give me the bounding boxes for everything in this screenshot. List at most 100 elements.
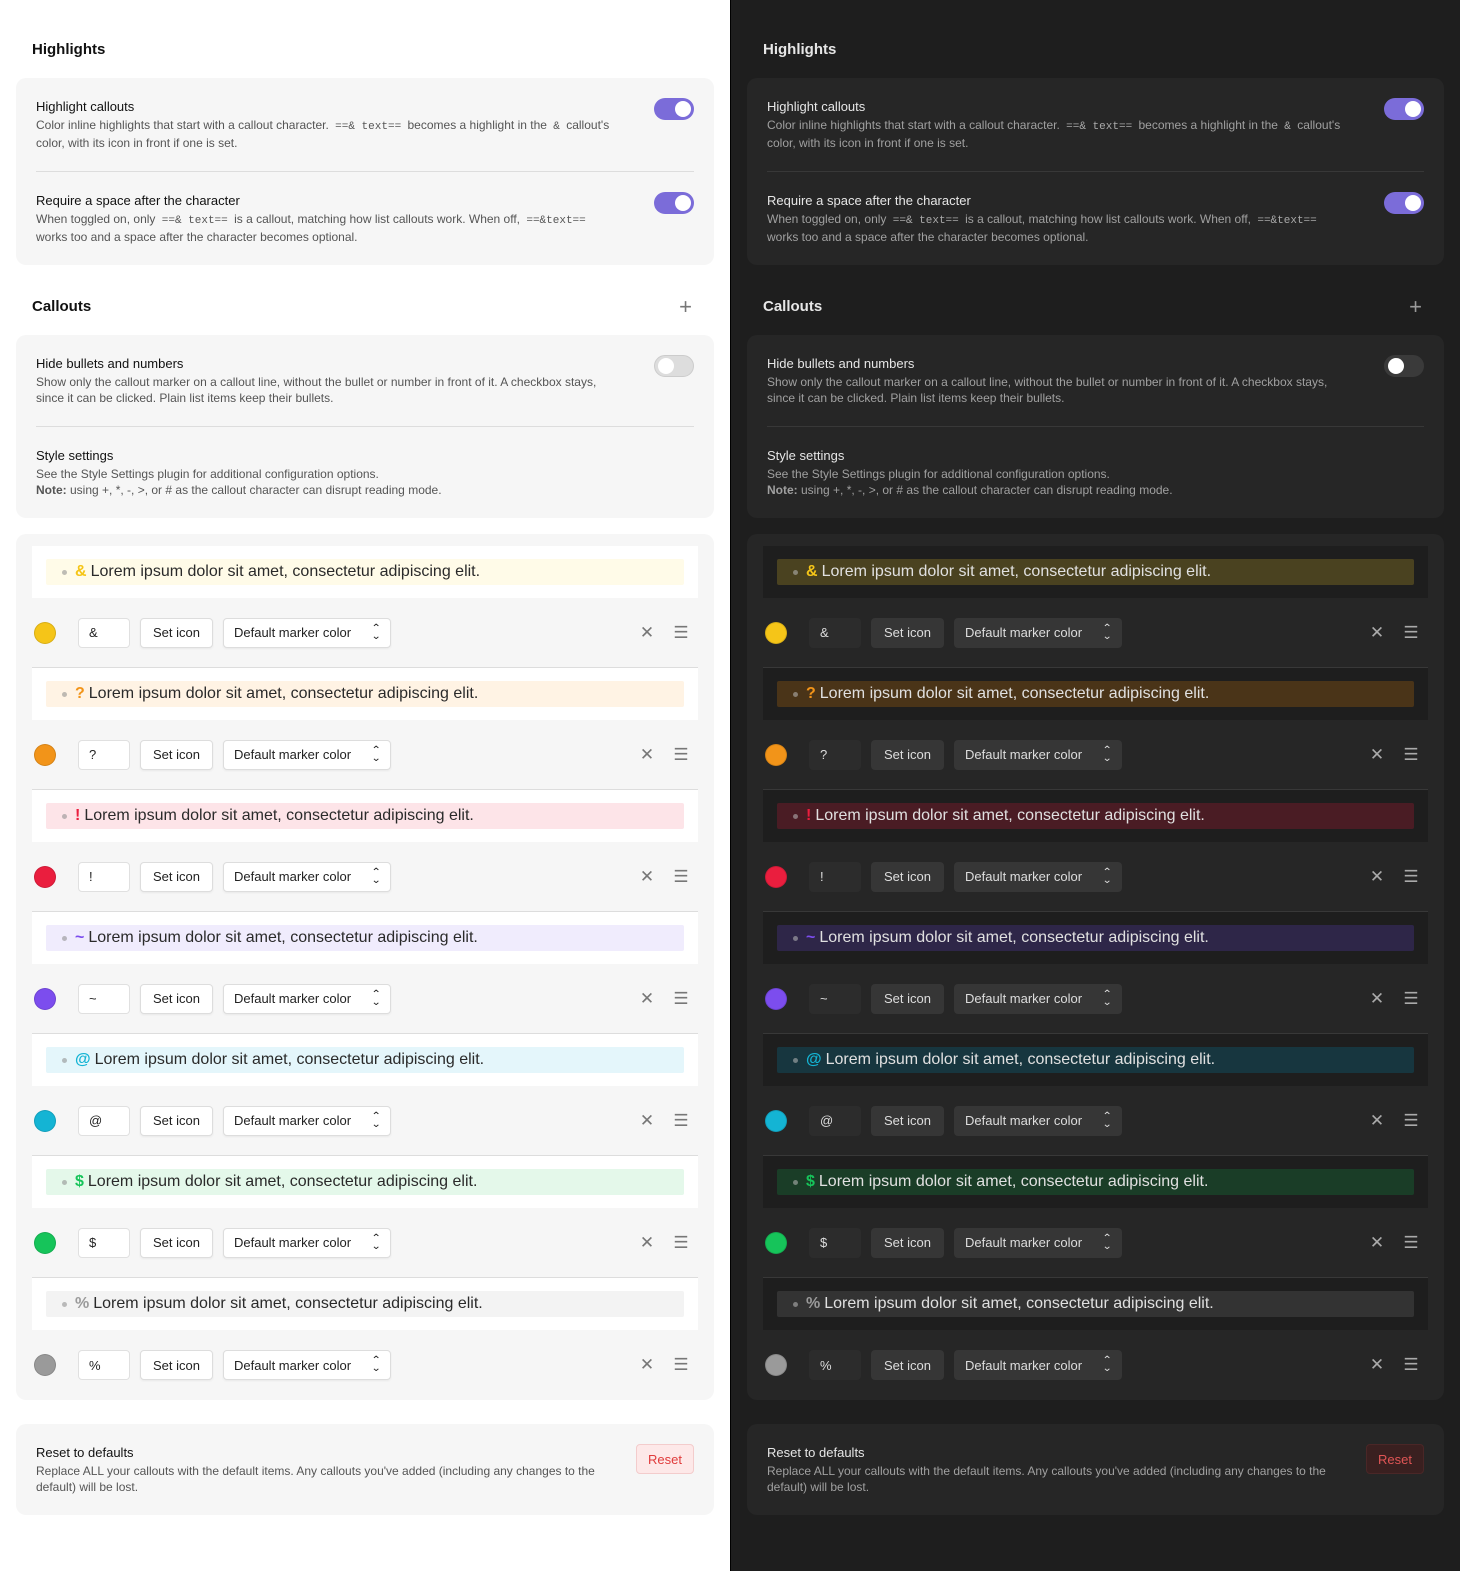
set-icon-button[interactable]: Set icon [140,1350,213,1380]
marker-color-select[interactable]: Default marker color ⌃ ⌄ [222,983,391,1014]
close-icon[interactable]: ✕ [630,989,664,1009]
set-icon-button[interactable]: Set icon [871,1105,944,1136]
callout-marker: $ [806,1173,815,1190]
set-icon-button[interactable]: Set icon [871,983,944,1014]
highlight-callouts-toggle[interactable] [654,98,694,120]
marker-color-select[interactable]: Default marker color ⌃ ⌄ [953,617,1122,648]
marker-color-select[interactable]: Default marker color ⌃ ⌄ [222,1227,391,1258]
callout-character-input[interactable]: @ [78,1105,130,1136]
drag-handle-icon[interactable]: ☰ [1394,1111,1428,1131]
callout-character-input[interactable]: $ [78,1227,130,1258]
drag-handle-icon[interactable]: ☰ [664,745,698,765]
drag-handle-icon[interactable]: ☰ [664,867,698,887]
drag-handle-icon[interactable]: ☰ [664,1111,698,1131]
set-icon-button[interactable]: Set icon [871,1227,944,1258]
reset-button[interactable]: Reset [1366,1444,1424,1474]
callout-character-input[interactable]: @ [809,1105,861,1136]
callout-character-input[interactable]: ? [78,739,130,770]
color-swatch[interactable] [765,865,787,888]
marker-color-select[interactable]: Default marker color ⌃ ⌄ [222,1350,391,1380]
marker-color-select[interactable]: Default marker color ⌃ ⌄ [222,739,391,770]
reset-button[interactable]: Reset [636,1444,694,1474]
color-swatch[interactable] [765,987,787,1010]
close-icon[interactable]: ✕ [630,1355,664,1375]
marker-color-select[interactable]: Default marker color ⌃ ⌄ [953,1350,1122,1380]
require-space-toggle[interactable] [1384,192,1424,214]
color-swatch[interactable] [34,743,56,766]
drag-handle-icon[interactable]: ☰ [1394,745,1428,765]
marker-color-select[interactable]: Default marker color ⌃ ⌄ [222,617,391,648]
drag-handle-icon[interactable]: ☰ [664,1233,698,1253]
color-swatch[interactable] [765,743,787,766]
callout-character-input[interactable]: $ [809,1227,861,1258]
color-swatch[interactable] [34,1231,56,1254]
set-icon-button[interactable]: Set icon [871,861,944,892]
color-swatch[interactable] [765,1231,787,1254]
close-icon[interactable]: ✕ [630,867,664,887]
drag-handle-icon[interactable]: ☰ [1394,1233,1428,1253]
set-icon-button[interactable]: Set icon [871,617,944,648]
set-icon-button[interactable]: Set icon [140,617,213,648]
close-icon[interactable]: ✕ [1360,745,1394,765]
color-swatch[interactable] [765,621,787,644]
callout-item-row: ! Set icon Default marker color ⌃ ⌄ ✕ ☰ [32,842,698,912]
color-swatch[interactable] [34,865,56,888]
set-icon-button[interactable]: Set icon [140,861,213,892]
callout-preview: ? Lorem ipsum dolor sit amet, consectetu… [32,668,698,720]
set-icon-button[interactable]: Set icon [140,983,213,1014]
setting-require-space: Require a space after the character When… [36,171,694,265]
callout-character-input[interactable]: & [809,617,861,648]
color-swatch[interactable] [34,987,56,1010]
marker-color-select[interactable]: Default marker color ⌃ ⌄ [222,861,391,892]
close-icon[interactable]: ✕ [630,1233,664,1253]
callout-character-input[interactable]: & [78,617,130,648]
marker-color-select[interactable]: Default marker color ⌃ ⌄ [953,983,1122,1014]
close-icon[interactable]: ✕ [1360,623,1394,643]
color-swatch[interactable] [34,1109,56,1132]
bullet-icon [793,813,798,819]
marker-color-select[interactable]: Default marker color ⌃ ⌄ [953,1227,1122,1258]
drag-handle-icon[interactable]: ☰ [664,623,698,643]
drag-handle-icon[interactable]: ☰ [664,1355,698,1375]
highlight-callouts-toggle[interactable] [1384,98,1424,120]
set-icon-button[interactable]: Set icon [871,1350,944,1380]
color-swatch[interactable] [34,1354,56,1376]
hide-bullets-toggle[interactable] [654,355,694,377]
color-swatch[interactable] [765,1109,787,1132]
callout-character-input[interactable]: % [809,1350,861,1380]
drag-handle-icon[interactable]: ☰ [1394,623,1428,643]
callout-character-input[interactable]: ! [78,861,130,892]
drag-handle-icon[interactable]: ☰ [664,989,698,1009]
close-icon[interactable]: ✕ [1360,1233,1394,1253]
hide-bullets-toggle[interactable] [1384,355,1424,377]
plus-icon[interactable]: + [1409,296,1444,318]
color-swatch[interactable] [765,1354,787,1376]
callout-character-input[interactable]: ~ [809,983,861,1014]
close-icon[interactable]: ✕ [1360,1355,1394,1375]
drag-handle-icon[interactable]: ☰ [1394,867,1428,887]
set-icon-button[interactable]: Set icon [140,1105,213,1136]
callout-character-input[interactable]: % [78,1350,130,1380]
close-icon[interactable]: ✕ [630,623,664,643]
marker-color-select[interactable]: Default marker color ⌃ ⌄ [953,739,1122,770]
marker-color-select[interactable]: Default marker color ⌃ ⌄ [953,861,1122,892]
close-icon[interactable]: ✕ [630,745,664,765]
set-icon-button[interactable]: Set icon [140,1227,213,1258]
close-icon[interactable]: ✕ [1360,1111,1394,1131]
callout-character-input[interactable]: ? [809,739,861,770]
color-swatch[interactable] [34,621,56,644]
preview-text: Lorem ipsum dolor sit amet, consectetur … [819,685,1210,702]
callout-character-input[interactable]: ~ [78,983,130,1014]
marker-color-select[interactable]: Default marker color ⌃ ⌄ [222,1105,391,1136]
set-icon-button[interactable]: Set icon [871,739,944,770]
plus-icon[interactable]: + [679,296,714,318]
drag-handle-icon[interactable]: ☰ [1394,989,1428,1009]
marker-color-select[interactable]: Default marker color ⌃ ⌄ [953,1105,1122,1136]
require-space-toggle[interactable] [654,192,694,214]
drag-handle-icon[interactable]: ☰ [1394,1355,1428,1375]
close-icon[interactable]: ✕ [1360,867,1394,887]
callout-character-input[interactable]: ! [809,861,861,892]
set-icon-button[interactable]: Set icon [140,739,213,770]
close-icon[interactable]: ✕ [1360,989,1394,1009]
close-icon[interactable]: ✕ [630,1111,664,1131]
